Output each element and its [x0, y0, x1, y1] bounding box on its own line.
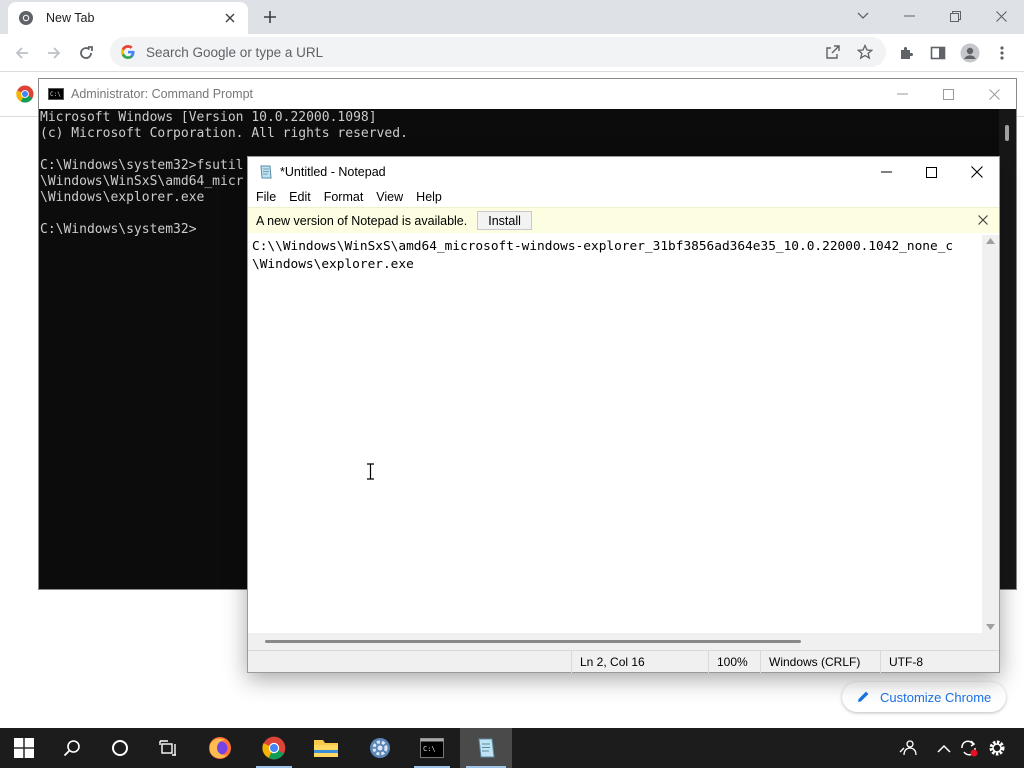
command-prompt-icon: C:\ — [420, 738, 444, 758]
menu-format[interactable]: Format — [318, 190, 370, 204]
notepad-statusbar: Ln 2, Col 16 100% Windows (CRLF) UTF-8 — [248, 650, 999, 673]
text-line: C:\\Windows\WinSxS\amd64_microsoft-windo… — [252, 239, 954, 254]
infobar-close-icon[interactable] — [977, 214, 989, 226]
menu-file[interactable]: File — [250, 190, 282, 204]
bookmark-star-icon[interactable] — [854, 41, 876, 63]
cmd-line: (c) Microsoft Corporation. All rights re… — [40, 126, 408, 141]
scroll-down-arrow-icon[interactable] — [986, 624, 995, 630]
status-line-ending: Windows (CRLF) — [760, 651, 880, 673]
side-panel-icon[interactable] — [924, 39, 952, 67]
cortana-button[interactable] — [96, 728, 144, 768]
cmd-app-icon: C:\ — [48, 88, 64, 100]
people-icon[interactable] — [898, 738, 918, 758]
notepad-title: *Untitled - Notepad — [280, 165, 386, 179]
scrollbar-corner — [982, 633, 999, 650]
back-button[interactable] — [8, 39, 36, 67]
cmd-scroll-thumb[interactable] — [1005, 125, 1009, 141]
cortana-icon — [112, 740, 128, 756]
task-view-button[interactable] — [144, 728, 192, 768]
chrome-tabstrip: New Tab — [0, 0, 1024, 34]
start-icon — [14, 738, 34, 758]
task-view-icon — [159, 740, 176, 756]
chevron-up-icon[interactable] — [934, 738, 954, 758]
status-zoom: 100% — [708, 651, 760, 673]
chrome-toolbar: Search Google or type a URL — [0, 34, 1024, 72]
status-position: Ln 2, Col 16 — [571, 651, 701, 673]
chrome-close-button[interactable] — [978, 2, 1024, 30]
update-infobar: A new version of Notepad is available. I… — [248, 207, 999, 233]
chrome-icon — [262, 736, 286, 760]
chrome-favicon-icon — [18, 10, 34, 26]
notepad-maximize-button[interactable] — [908, 157, 954, 187]
settings-taskbar-button[interactable] — [356, 728, 404, 768]
chrome-menu-icon[interactable] — [988, 39, 1016, 67]
notepad-vertical-scrollbar[interactable] — [982, 235, 999, 633]
omnibox-placeholder: Search Google or type a URL — [146, 44, 324, 60]
gear-icon[interactable] — [987, 738, 1007, 758]
notepad-close-button[interactable] — [954, 157, 1000, 187]
google-g-icon — [120, 44, 136, 60]
text-cursor-icon — [367, 463, 374, 480]
text-line: \Windows\explorer.exe — [252, 257, 414, 272]
install-button[interactable]: Install — [477, 211, 532, 230]
command-prompt-taskbar-button[interactable]: C:\ — [408, 728, 456, 768]
extensions-icon[interactable] — [892, 39, 920, 67]
windows-taskbar: C:\ — [0, 728, 1024, 768]
status-encoding: UTF-8 — [880, 651, 998, 673]
new-tab-button[interactable] — [258, 5, 282, 29]
reload-button[interactable] — [72, 39, 100, 67]
scroll-up-arrow-icon[interactable] — [986, 238, 995, 244]
cmd-maximize-button[interactable] — [925, 80, 971, 108]
cmd-scrollbar[interactable] — [999, 109, 1016, 589]
svg-text:C:\: C:\ — [50, 91, 61, 98]
chrome-logo-icon — [16, 85, 34, 103]
firefox-icon — [209, 737, 231, 759]
cmd-minimize-button[interactable] — [879, 80, 925, 108]
chrome-minimize-button[interactable] — [886, 2, 932, 30]
notepad-window[interactable]: *Untitled - Notepad File Edit Format Vie… — [247, 156, 1000, 673]
svg-text:C:\: C:\ — [423, 745, 436, 753]
notepad-icon — [478, 738, 495, 758]
omnibox[interactable]: Search Google or type a URL — [110, 37, 886, 67]
customize-chrome-button[interactable]: Customize Chrome — [842, 682, 1006, 712]
share-icon[interactable] — [822, 41, 844, 63]
settings-icon — [370, 738, 390, 758]
tab-search-icon[interactable] — [840, 2, 886, 30]
cmd-title: Administrator: Command Prompt — [71, 87, 254, 101]
menu-help[interactable]: Help — [410, 190, 448, 204]
notepad-minimize-button[interactable] — [863, 157, 909, 187]
notepad-menubar: File Edit Format View Help — [248, 187, 999, 207]
cmd-line: Microsoft Windows [Version 10.0.22000.10… — [40, 110, 377, 125]
chrome-restore-button[interactable] — [932, 2, 978, 30]
chrome-taskbar-button[interactable] — [250, 728, 298, 768]
firefox-taskbar-button[interactable] — [196, 728, 244, 768]
customize-chrome-label: Customize Chrome — [880, 689, 992, 705]
cmd-titlebar[interactable]: C:\ Administrator: Command Prompt — [39, 79, 1016, 109]
pencil-icon — [856, 690, 870, 704]
update-message: A new version of Notepad is available. — [256, 213, 468, 228]
menu-view[interactable]: View — [370, 190, 409, 204]
tab-close-icon[interactable] — [222, 10, 238, 26]
notepad-titlebar[interactable]: *Untitled - Notepad — [248, 157, 999, 187]
menu-edit[interactable]: Edit — [283, 190, 317, 204]
file-explorer-taskbar-button[interactable] — [302, 728, 350, 768]
profile-avatar-icon[interactable] — [956, 39, 984, 67]
forward-button[interactable] — [40, 39, 68, 67]
tab-title: New Tab — [46, 11, 95, 25]
notepad-horizontal-scrollbar[interactable] — [248, 633, 984, 650]
sync-icon[interactable] — [959, 738, 979, 758]
search-icon — [63, 740, 80, 757]
notepad-text-area[interactable]: C:\\Windows\WinSxS\amd64_microsoft-windo… — [248, 235, 984, 633]
tab-new-tab[interactable]: New Tab — [8, 2, 248, 34]
taskbar-search-button[interactable] — [48, 728, 96, 768]
cmd-close-button[interactable] — [971, 80, 1017, 108]
notepad-app-icon — [258, 164, 274, 180]
horizontal-scroll-thumb[interactable] — [265, 640, 801, 643]
notepad-taskbar-button[interactable] — [460, 728, 512, 768]
start-button[interactable] — [0, 728, 48, 768]
file-explorer-icon — [314, 740, 338, 757]
